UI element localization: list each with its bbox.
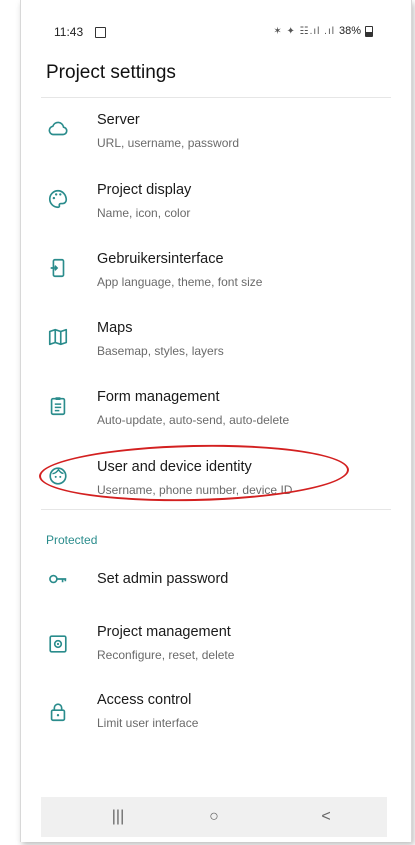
face-icon [47, 465, 69, 487]
setting-item-form-management[interactable]: Form management Auto-update, auto-send, … [21, 385, 411, 449]
system-nav-bar: ||| ○ < [41, 797, 387, 837]
map-icon [47, 326, 69, 348]
setting-item-subtitle: App language, theme, font size [97, 275, 263, 289]
lock-icon [47, 701, 69, 723]
gallery-notification-icon [95, 27, 106, 38]
signal-icons: ✶ ✦ ☷.ıl .ıl [273, 25, 335, 37]
setting-item-access-control[interactable]: Access control Limit user interface [21, 691, 411, 755]
setting-item-title: Set admin password [97, 571, 229, 587]
setting-item-title: Gebruikersinterface [97, 251, 224, 267]
setting-item-title: Project display [97, 182, 192, 198]
setting-item-subtitle: Limit user interface [97, 716, 199, 730]
section-divider [41, 509, 391, 510]
setting-item-subtitle: Reconfigure, reset, delete [97, 648, 235, 662]
status-bar: 11:43 ✶ ✦ ☷.ıl .ıl 38% [21, 22, 411, 44]
cloud-icon [47, 118, 69, 140]
setting-item-server[interactable]: Server URL, username, password [21, 108, 411, 172]
setting-item-subtitle: Basemap, styles, layers [97, 344, 224, 358]
recent-apps-button[interactable]: ||| [103, 805, 133, 829]
setting-item-project-management[interactable]: Project management Reconfigure, reset, d… [21, 623, 411, 687]
setting-item-title: Form management [97, 389, 220, 405]
key-icon [47, 568, 69, 590]
battery-icon [365, 25, 373, 37]
setting-item-admin-password[interactable]: Set admin password [21, 558, 411, 622]
app-screen: 11:43 ✶ ✦ ☷.ıl .ıl 38% Project settings … [20, 0, 412, 842]
setting-item-subtitle: Username, phone number, device ID [97, 483, 293, 497]
setting-item-subtitle: Auto-update, auto-send, auto-delete [97, 413, 290, 427]
header-divider [41, 97, 391, 98]
setting-item-maps[interactable]: Maps Basemap, styles, layers [21, 316, 411, 380]
setting-item-title: Project management [97, 624, 231, 640]
setting-item-title: Server [97, 112, 140, 128]
home-button[interactable]: ○ [199, 805, 229, 829]
status-indicators: ✶ ✦ ☷.ıl .ıl 38% [273, 25, 373, 37]
setting-item-project-display[interactable]: Project display Name, icon, color [21, 178, 411, 242]
back-button[interactable]: < [311, 805, 341, 829]
battery-level: 38% [338, 25, 361, 37]
setting-item-title: Access control [97, 692, 192, 708]
section-header-protected: Protected [46, 533, 98, 547]
setting-item-user-interface[interactable]: Gebruikersinterface App language, theme,… [21, 247, 411, 311]
clipboard-icon [47, 395, 69, 417]
status-time: 11:43 [54, 25, 84, 39]
palette-icon [47, 188, 69, 210]
page-title: Project settings [46, 62, 176, 83]
settings-box-icon [47, 633, 69, 655]
setting-item-title: User and device identity [97, 459, 252, 475]
setting-item-subtitle: Name, icon, color [97, 206, 191, 220]
phone-icon [47, 257, 69, 279]
setting-item-title: Maps [97, 320, 133, 336]
setting-item-subtitle: URL, username, password [97, 136, 240, 150]
